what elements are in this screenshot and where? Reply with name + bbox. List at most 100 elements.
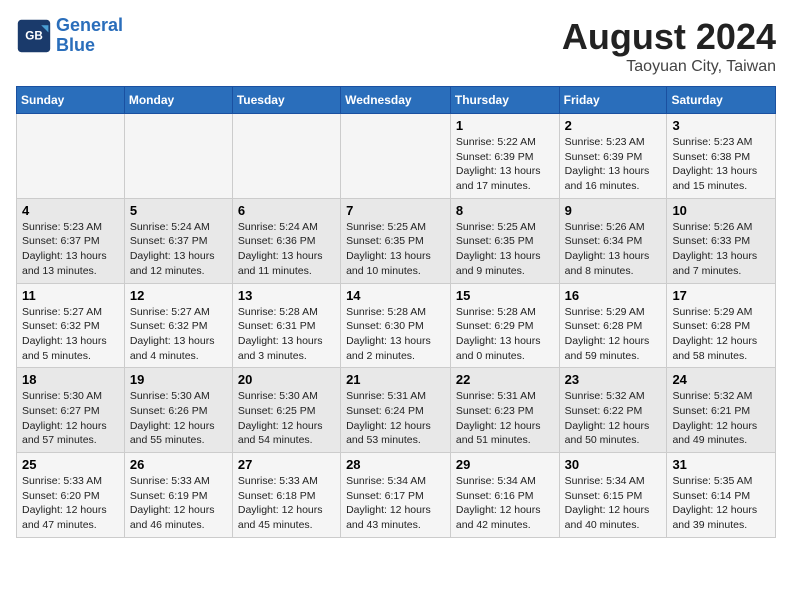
calendar-cell: 20Sunrise: 5:30 AM Sunset: 6:25 PM Dayli… xyxy=(232,368,340,453)
day-number: 6 xyxy=(238,203,335,218)
calendar-cell: 3 Sunrise: 5:23 AM Sunset: 6:38 PM Daylig… xyxy=(667,114,776,199)
calendar-cell: 11 Sunrise: 5:27 AM Sunset: 6:32 PM Dayli… xyxy=(17,283,125,368)
day-info: Sunrise: 5:23 AM Sunset: 6:37 PM Dayligh… xyxy=(22,220,119,279)
day-number: 13 xyxy=(238,288,335,303)
calendar-cell: 26Sunrise: 5:33 AM Sunset: 6:19 PM Dayli… xyxy=(124,453,232,538)
day-number: 15 xyxy=(456,288,554,303)
day-info: Sunrise: 5:25 AM Sunset: 6:35 PM Dayligh… xyxy=(456,220,554,279)
calendar-cell: 24Sunrise: 5:32 AM Sunset: 6:21 PM Dayli… xyxy=(667,368,776,453)
calendar-cell: 28 Sunrise: 5:34 AM Sunset: 6:17 PM Dayli… xyxy=(341,453,451,538)
calendar-cell: 7 Sunrise: 5:25 AM Sunset: 6:35 PM Daylig… xyxy=(341,198,451,283)
day-info: Sunrise: 5:25 AM Sunset: 6:35 PM Dayligh… xyxy=(346,220,445,279)
calendar-cell: 15 Sunrise: 5:28 AM Sunset: 6:29 PM Dayli… xyxy=(450,283,559,368)
day-info: Sunrise: 5:28 AM Sunset: 6:29 PM Dayligh… xyxy=(456,305,554,364)
day-info: Sunrise: 5:35 AM Sunset: 6:14 PM Dayligh… xyxy=(672,474,770,533)
calendar-cell: 1 Sunrise: 5:22 AM Sunset: 6:39 PM Daylig… xyxy=(450,114,559,199)
day-number: 30 xyxy=(565,457,662,472)
day-info: Sunrise: 5:26 AM Sunset: 6:33 PM Dayligh… xyxy=(672,220,770,279)
day-info: Sunrise: 5:31 AM Sunset: 6:23 PM Dayligh… xyxy=(456,389,554,448)
day-info: Sunrise: 5:27 AM Sunset: 6:32 PM Dayligh… xyxy=(130,305,227,364)
day-info: Sunrise: 5:34 AM Sunset: 6:16 PM Dayligh… xyxy=(456,474,554,533)
calendar-cell xyxy=(232,114,340,199)
calendar-cell xyxy=(17,114,125,199)
day-info: Sunrise: 5:24 AM Sunset: 6:36 PM Dayligh… xyxy=(238,220,335,279)
day-number: 5 xyxy=(130,203,227,218)
calendar-cell: 18 Sunrise: 5:30 AM Sunset: 6:27 PM Dayli… xyxy=(17,368,125,453)
day-info: Sunrise: 5:29 AM Sunset: 6:28 PM Dayligh… xyxy=(672,305,770,364)
calendar-cell: 30 Sunrise: 5:34 AM Sunset: 6:15 PM Dayli… xyxy=(559,453,667,538)
day-info: Sunrise: 5:31 AM Sunset: 6:24 PM Dayligh… xyxy=(346,389,445,448)
day-info: Sunrise: 5:33 AM Sunset: 6:18 PM Dayligh… xyxy=(238,474,335,533)
day-number: 27 xyxy=(238,457,335,472)
day-number: 23 xyxy=(565,372,662,387)
header-sunday: Sunday xyxy=(17,87,125,114)
calendar-cell: 14 Sunrise: 5:28 AM Sunset: 6:30 PM Dayli… xyxy=(341,283,451,368)
logo: GB General Blue xyxy=(16,16,123,56)
day-number: 2 xyxy=(565,118,662,133)
day-number: 14 xyxy=(346,288,445,303)
day-number: 12 xyxy=(130,288,227,303)
calendar-cell: 17Sunrise: 5:29 AM Sunset: 6:28 PM Dayli… xyxy=(667,283,776,368)
day-number: 7 xyxy=(346,203,445,218)
day-info: Sunrise: 5:22 AM Sunset: 6:39 PM Dayligh… xyxy=(456,135,554,194)
day-info: Sunrise: 5:30 AM Sunset: 6:27 PM Dayligh… xyxy=(22,389,119,448)
calendar-table: SundayMondayTuesdayWednesdayThursdayFrid… xyxy=(16,86,776,538)
day-number: 18 xyxy=(22,372,119,387)
day-number: 28 xyxy=(346,457,445,472)
header-saturday: Saturday xyxy=(667,87,776,114)
day-info: Sunrise: 5:28 AM Sunset: 6:31 PM Dayligh… xyxy=(238,305,335,364)
calendar-cell: 23 Sunrise: 5:32 AM Sunset: 6:22 PM Dayli… xyxy=(559,368,667,453)
day-number: 1 xyxy=(456,118,554,133)
calendar-cell: 2 Sunrise: 5:23 AM Sunset: 6:39 PM Daylig… xyxy=(559,114,667,199)
day-number: 21 xyxy=(346,372,445,387)
calendar-header-row: SundayMondayTuesdayWednesdayThursdayFrid… xyxy=(17,87,776,114)
day-info: Sunrise: 5:34 AM Sunset: 6:15 PM Dayligh… xyxy=(565,474,662,533)
day-info: Sunrise: 5:34 AM Sunset: 6:17 PM Dayligh… xyxy=(346,474,445,533)
day-info: Sunrise: 5:23 AM Sunset: 6:39 PM Dayligh… xyxy=(565,135,662,194)
calendar-cell: 21 Sunrise: 5:31 AM Sunset: 6:24 PM Dayli… xyxy=(341,368,451,453)
day-info: Sunrise: 5:23 AM Sunset: 6:38 PM Dayligh… xyxy=(672,135,770,194)
calendar-cell: 27 Sunrise: 5:33 AM Sunset: 6:18 PM Dayli… xyxy=(232,453,340,538)
day-info: Sunrise: 5:33 AM Sunset: 6:20 PM Dayligh… xyxy=(22,474,119,533)
day-info: Sunrise: 5:27 AM Sunset: 6:32 PM Dayligh… xyxy=(22,305,119,364)
day-number: 26 xyxy=(130,457,227,472)
day-number: 4 xyxy=(22,203,119,218)
day-number: 16 xyxy=(565,288,662,303)
calendar-cell: 29 Sunrise: 5:34 AM Sunset: 6:16 PM Dayli… xyxy=(450,453,559,538)
logo-icon: GB xyxy=(16,18,52,54)
day-number: 29 xyxy=(456,457,554,472)
header-friday: Friday xyxy=(559,87,667,114)
day-number: 19 xyxy=(130,372,227,387)
day-number: 25 xyxy=(22,457,119,472)
day-number: 10 xyxy=(672,203,770,218)
day-info: Sunrise: 5:28 AM Sunset: 6:30 PM Dayligh… xyxy=(346,305,445,364)
day-info: Sunrise: 5:29 AM Sunset: 6:28 PM Dayligh… xyxy=(565,305,662,364)
logo-line2: Blue xyxy=(56,35,95,55)
header-thursday: Thursday xyxy=(450,87,559,114)
day-info: Sunrise: 5:30 AM Sunset: 6:26 PM Dayligh… xyxy=(130,389,227,448)
page-header: GB General Blue August 2024 Taoyuan City… xyxy=(16,16,776,76)
day-info: Sunrise: 5:26 AM Sunset: 6:34 PM Dayligh… xyxy=(565,220,662,279)
calendar-cell xyxy=(341,114,451,199)
header-wednesday: Wednesday xyxy=(341,87,451,114)
calendar-cell: 12 Sunrise: 5:27 AM Sunset: 6:32 PM Dayli… xyxy=(124,283,232,368)
day-info: Sunrise: 5:24 AM Sunset: 6:37 PM Dayligh… xyxy=(130,220,227,279)
calendar-cell: 5 Sunrise: 5:24 AM Sunset: 6:37 PM Daylig… xyxy=(124,198,232,283)
calendar-cell: 10 Sunrise: 5:26 AM Sunset: 6:33 PM Dayli… xyxy=(667,198,776,283)
logo-text: General Blue xyxy=(56,16,123,56)
calendar-cell: 9 Sunrise: 5:26 AM Sunset: 6:34 PM Daylig… xyxy=(559,198,667,283)
calendar-cell: 19 Sunrise: 5:30 AM Sunset: 6:26 PM Dayli… xyxy=(124,368,232,453)
day-number: 11 xyxy=(22,288,119,303)
svg-text:GB: GB xyxy=(25,29,43,42)
day-number: 8 xyxy=(456,203,554,218)
week-row-1: 1 Sunrise: 5:22 AM Sunset: 6:39 PM Daylig… xyxy=(17,114,776,199)
logo-line1: General xyxy=(56,15,123,35)
calendar-cell: 13 Sunrise: 5:28 AM Sunset: 6:31 PM Dayli… xyxy=(232,283,340,368)
day-number: 3 xyxy=(672,118,770,133)
week-row-5: 25 Sunrise: 5:33 AM Sunset: 6:20 PM Dayli… xyxy=(17,453,776,538)
header-monday: Monday xyxy=(124,87,232,114)
calendar-cell: 8 Sunrise: 5:25 AM Sunset: 6:35 PM Daylig… xyxy=(450,198,559,283)
day-info: Sunrise: 5:32 AM Sunset: 6:22 PM Dayligh… xyxy=(565,389,662,448)
day-number: 9 xyxy=(565,203,662,218)
subtitle: Taoyuan City, Taiwan xyxy=(562,58,776,76)
